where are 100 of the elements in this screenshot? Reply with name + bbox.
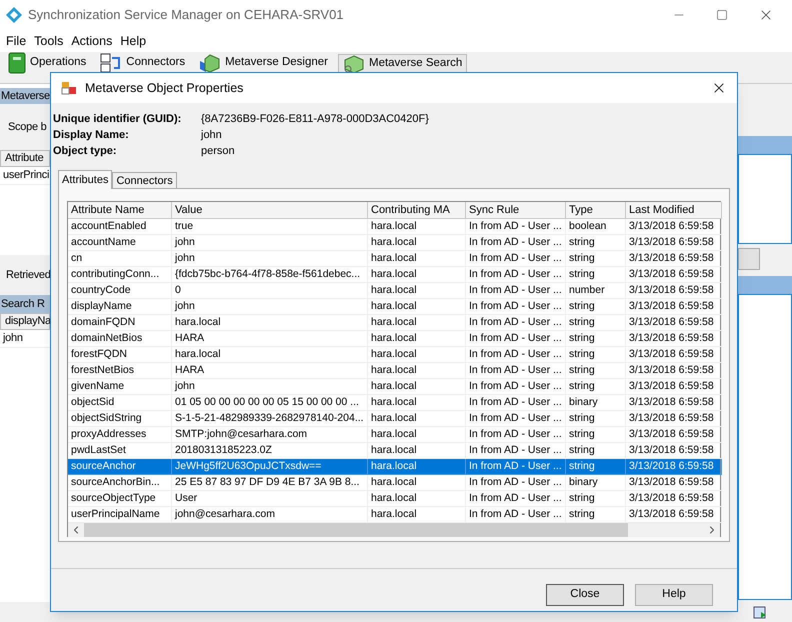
table-cell: 3/13/2018 6:59:58	[626, 411, 722, 427]
table-cell: hara.local	[368, 283, 466, 299]
table-cell: hara.local	[368, 219, 466, 235]
toolbar-tab[interactable]: Operations	[4, 54, 90, 72]
table-cell: sourceObjectType	[68, 491, 172, 507]
table-cell: john	[172, 379, 368, 395]
table-row[interactable]: sourceObjectType User hara.local In from AD - User ... string 3/13/2018 6:59:58	[68, 491, 720, 507]
menu-item[interactable]: File	[4, 32, 28, 50]
scroll-thumb[interactable]	[84, 523, 628, 537]
toolbar-tab[interactable]: Metaverse Search	[338, 54, 468, 72]
table-cell: HARA	[172, 363, 368, 379]
table-row[interactable]: givenName john hara.local In from AD - User ... string 3/13/2018 6:59:58	[68, 379, 720, 395]
table-row[interactable]: objectSidString S-1-5-21-482989339-2682978140-204... hara.local In from AD - User ... string 3/13/2018 6:59:58	[68, 411, 720, 427]
table-cell: In from AD - User ...	[466, 267, 566, 283]
table-cell: 3/13/2018 6:59:58	[626, 219, 722, 235]
table-row[interactable]: accountEnabled true hara.local In from AD - User ... boolean 3/13/2018 6:59:58	[68, 219, 720, 235]
table-cell: string	[566, 379, 626, 395]
column-header[interactable]: Type	[566, 202, 626, 219]
table-cell: hara.local	[368, 459, 466, 475]
cube-icon	[199, 53, 222, 73]
table-cell: 3/13/2018 6:59:58	[626, 315, 722, 331]
field-value: person	[201, 144, 235, 159]
table-cell: 3/13/2018 6:59:58	[626, 283, 722, 299]
toolbar-tab[interactable]: Connectors	[96, 54, 190, 72]
table-row[interactable]: contributingConn... {fdcb75bc-b764-4f78-858e-f561debec... hara.local In from AD - User ... string 3/13/2018 6:59:58	[68, 267, 720, 283]
table-cell: hara.local	[172, 315, 368, 331]
dialog-button[interactable]: Close	[546, 584, 624, 606]
table-cell: domainFQDN	[68, 315, 172, 331]
table-cell: In from AD - User ...	[466, 411, 566, 427]
table-cell: 3/13/2018 6:59:58	[626, 475, 722, 491]
book-icon	[8, 52, 26, 74]
table-row[interactable]: proxyAddresses SMTP:john@cesarhara.com hara.local In from AD - User ... string 3/13/2018 6:59:58	[68, 427, 720, 443]
column-header[interactable]: Last Modified	[626, 202, 722, 219]
button-edge	[738, 248, 760, 270]
table-cell: sourceAnchorBin...	[68, 475, 172, 491]
table-cell: hara.local	[368, 427, 466, 443]
table-cell: boolean	[566, 219, 626, 235]
table-cell: In from AD - User ...	[466, 491, 566, 507]
table-row[interactable]: cn john hara.local In from AD - User ... string 3/13/2018 6:59:58	[68, 251, 720, 267]
table-cell: 3/13/2018 6:59:58	[626, 491, 722, 507]
menu-item[interactable]: Help	[118, 32, 148, 50]
table-row[interactable]: displayName john hara.local In from AD - User ... string 3/13/2018 6:59:58	[68, 299, 720, 315]
table-cell: sourceAnchor	[68, 459, 172, 475]
table-cell: objectSidString	[68, 411, 172, 427]
dialog-button[interactable]: Help	[635, 584, 713, 606]
horizontal-scrollbar[interactable]	[68, 523, 720, 537]
window-icon	[61, 81, 77, 95]
table-row[interactable]: sourceAnchorBin... 25 E5 87 83 97 DF D9 4E B7 3A 9B 8... hara.local In from AD - User ... binary 3/13/2018 6:59:58	[68, 475, 720, 491]
column-header[interactable]: Contributing MA	[368, 202, 466, 219]
table-row[interactable]: forestNetBios HARA hara.local In from AD - User ... string 3/13/2018 6:59:58	[68, 363, 720, 379]
diamond-icon	[6, 7, 22, 23]
table-cell: accountEnabled	[68, 219, 172, 235]
panel-header	[738, 136, 792, 154]
column-header[interactable]: Value	[172, 202, 368, 219]
column-header[interactable]: Sync Rule	[466, 202, 566, 219]
table-cell: 3/13/2018 6:59:58	[626, 395, 722, 411]
table-row[interactable]: accountName john hara.local In from AD - User ... string 3/13/2018 6:59:58	[68, 235, 720, 251]
table-cell: In from AD - User ...	[466, 235, 566, 251]
table-row[interactable]: countryCode 0 hara.local In from AD - User ... number 3/13/2018 6:59:58	[68, 283, 720, 299]
table-cell: forestNetBios	[68, 363, 172, 379]
table-cell: hara.local	[368, 395, 466, 411]
table-cell: 3/13/2018 6:59:58	[626, 267, 722, 283]
cube-icon	[342, 54, 365, 74]
field-value: {8A7236B9-F026-E811-A978-000D3AC0420F}	[201, 112, 429, 127]
table-row[interactable]: domainFQDN hara.local hara.local In from AD - User ... string 3/13/2018 6:59:58	[68, 315, 720, 331]
menu-item[interactable]: Actions	[69, 32, 114, 50]
table-cell: givenName	[68, 379, 172, 395]
table-cell: string	[566, 235, 626, 251]
table-cell: objectSid	[68, 395, 172, 411]
table-cell: string	[566, 427, 626, 443]
status-icon	[752, 604, 768, 620]
table-cell: In from AD - User ...	[466, 299, 566, 315]
field-label: Display Name:	[53, 128, 130, 143]
column-title: displayNa	[5, 314, 51, 330]
table-row[interactable]: objectSid 01 05 00 00 00 00 00 05 15 00 00 00 ... hara.local In from AD - User ... binary 3/13/2018 6:59:58	[68, 395, 720, 411]
table-cell: string	[566, 315, 626, 331]
tab[interactable]: Attributes	[58, 170, 112, 189]
grid-cell-text: john	[3, 331, 23, 346]
table-cell: In from AD - User ...	[466, 315, 566, 331]
maximize-icon[interactable]	[716, 9, 728, 21]
table-row[interactable]: sourceAnchor JeWHg5ff2U63OpuJCTxsdw== hara.local In from AD - User ... string 3/13/2018 6:59:58	[68, 459, 720, 475]
table-row[interactable]: domainNetBios HARA hara.local In from AD - User ... string 3/13/2018 6:59:58	[68, 331, 720, 347]
toolbar-tab[interactable]: Metaverse Designer	[195, 54, 332, 72]
column-header[interactable]: Attribute Name	[68, 202, 172, 219]
table-cell: User	[172, 491, 368, 507]
table-cell: true	[172, 219, 368, 235]
table-cell: binary	[566, 395, 626, 411]
table-cell: 3/13/2018 6:59:58	[626, 331, 722, 347]
table-cell: hara.local	[368, 347, 466, 363]
grid-cell-text: userPrinci	[3, 168, 50, 184]
panel-title: Search R	[1, 296, 45, 312]
table-row[interactable]: forestFQDN hara.local hara.local In from AD - User ... string 3/13/2018 6:59:58	[68, 347, 720, 363]
table-cell: binary	[566, 475, 626, 491]
table-cell: 3/13/2018 6:59:58	[626, 379, 722, 395]
tab[interactable]: Connectors	[112, 172, 177, 188]
table-cell: HARA	[172, 331, 368, 347]
dialog-title: Metaverse Object Properties	[85, 80, 244, 97]
menu-item[interactable]: Tools	[32, 32, 66, 50]
table-cell: hara.local	[368, 315, 466, 331]
table-cell: hara.local	[368, 251, 466, 267]
